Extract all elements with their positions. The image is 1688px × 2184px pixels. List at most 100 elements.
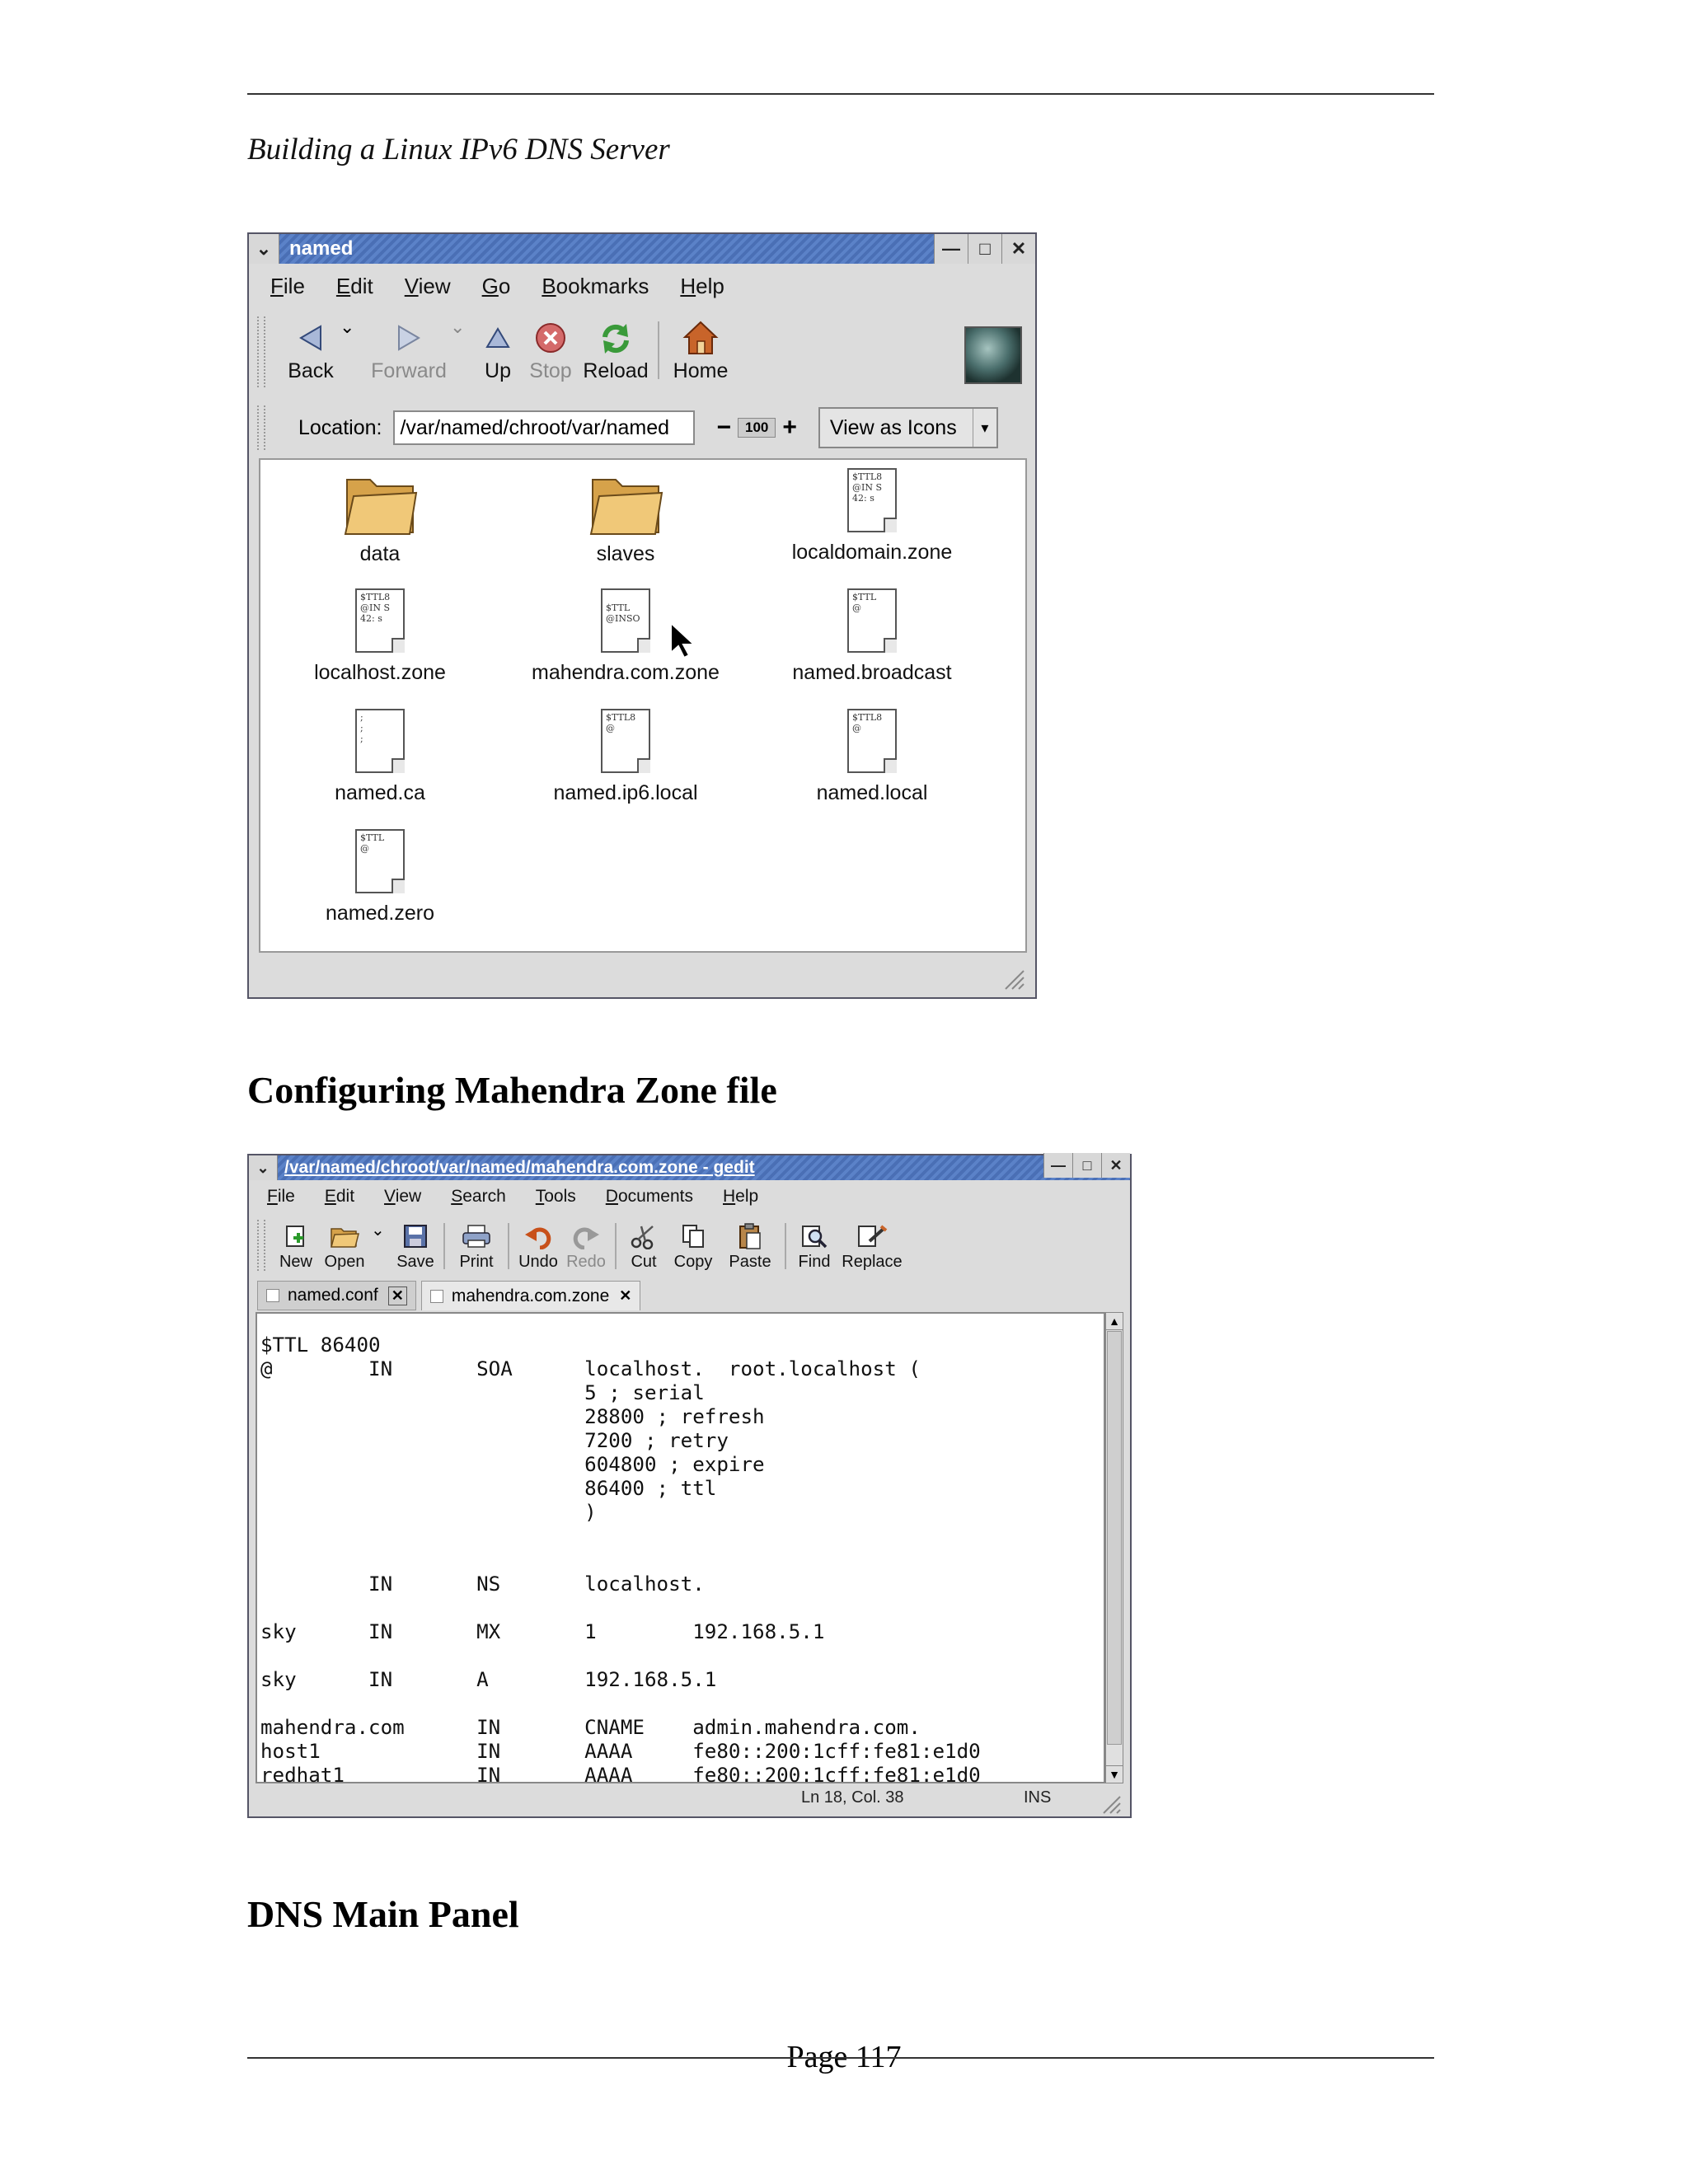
document-tabs: named.conf ✕ mahendra.com.zone ✕ [257, 1281, 1122, 1310]
zone-file-content[interactable]: $TTL 86400 @ IN SOA localhost. root.loca… [260, 1333, 981, 1788]
copy-button[interactable]: Copy [666, 1220, 720, 1272]
view-as-select[interactable]: View as Icons ▾ [818, 407, 998, 448]
find-button[interactable]: Find [791, 1220, 837, 1272]
menu-file[interactable]: File [267, 1187, 295, 1207]
resize-grip-icon[interactable] [1001, 966, 1025, 991]
chevron-down-icon[interactable]: ▾ [972, 409, 996, 447]
file-item-data[interactable]: data [256, 468, 504, 566]
save-icon [402, 1220, 429, 1253]
toolbar-grip[interactable] [257, 316, 265, 387]
undo-icon [523, 1220, 553, 1253]
up-button[interactable]: Up [475, 316, 521, 383]
file-item-named-zero[interactable]: $TTL @ named.zero [256, 829, 504, 926]
menu-view[interactable]: View [384, 1187, 421, 1207]
file-label: slaves [596, 542, 655, 565]
location-grip[interactable] [257, 405, 265, 450]
redo-label: Redo [566, 1253, 606, 1271]
menu-go[interactable]: Go [482, 274, 511, 299]
menu-edit[interactable]: Edit [336, 274, 373, 299]
redo-button[interactable]: Redo [562, 1220, 610, 1272]
printer-icon [461, 1220, 492, 1253]
menu-help[interactable]: Help [680, 274, 724, 299]
menu-documents[interactable]: Documents [606, 1187, 693, 1207]
tab-label: mahendra.com.zone [451, 1286, 610, 1305]
file-item-slaves[interactable]: slaves [502, 468, 749, 566]
file-manager-titlebar[interactable]: ⌄ named — □ ✕ [249, 234, 1035, 264]
chevron-down-icon[interactable]: ⌄ [340, 316, 368, 374]
print-label: Print [459, 1253, 494, 1271]
zoom-level[interactable]: 100 [738, 418, 776, 438]
location-input[interactable]: /var/named/chroot/var/named [393, 410, 696, 445]
section-heading-panel: DNS Main Panel [247, 1893, 519, 1935]
stop-button[interactable]: Stop [521, 316, 580, 383]
window-menu-icon[interactable]: ⌄ [249, 234, 279, 264]
undo-button[interactable]: Undo [514, 1220, 562, 1272]
copy-icon [680, 1220, 706, 1253]
document-icon: ; ; ; [355, 709, 405, 773]
file-item-mahendra-com-zone[interactable]: $TTL @INSO mahendra.com.zone [502, 588, 749, 685]
folder-icon [589, 479, 663, 535]
menu-edit[interactable]: Edit [325, 1187, 354, 1207]
back-arrow-icon [296, 316, 326, 359]
replace-button[interactable]: Replace [837, 1220, 907, 1272]
resize-grip-icon[interactable] [1100, 1793, 1122, 1815]
location-bar: Location: /var/named/chroot/var/named − … [257, 403, 1027, 452]
zoom-out-icon[interactable]: − [716, 414, 731, 442]
minimize-icon[interactable]: — [1043, 1153, 1072, 1178]
maximize-icon[interactable]: □ [968, 234, 1001, 264]
file-label: named.ip6.local [553, 781, 698, 804]
tab-named-conf[interactable]: named.conf ✕ [257, 1281, 416, 1310]
scroll-up-icon[interactable]: ▲ [1106, 1313, 1123, 1330]
reload-button[interactable]: Reload [580, 316, 651, 383]
close-icon[interactable]: ✕ [387, 1286, 407, 1305]
menu-tools[interactable]: Tools [536, 1187, 576, 1207]
file-icon-view: data slaves $TTL8 @IN S 42: s localdomai… [259, 458, 1027, 953]
scroll-down-icon[interactable]: ▼ [1106, 1765, 1123, 1783]
file-item-named-local[interactable]: $TTL8 @ named.local [748, 709, 996, 805]
close-icon[interactable]: ✕ [619, 1287, 631, 1305]
minimize-icon[interactable]: — [934, 234, 968, 264]
close-icon[interactable]: ✕ [1101, 1153, 1130, 1178]
menu-help[interactable]: Help [723, 1187, 758, 1207]
new-button[interactable]: New [274, 1220, 318, 1272]
maximize-icon[interactable]: □ [1072, 1153, 1101, 1178]
home-button[interactable]: Home [668, 316, 734, 383]
vertical-scrollbar[interactable]: ▲ ▼ [1105, 1312, 1123, 1783]
scrollbar-thumb[interactable] [1107, 1331, 1122, 1745]
toolbar-grip[interactable] [257, 1220, 265, 1271]
file-item-named-ca[interactable]: ; ; ; named.ca [256, 709, 504, 805]
file-item-named-ip6-local[interactable]: $TTL8 @ named.ip6.local [502, 709, 749, 805]
folder-icon [330, 1220, 359, 1253]
cut-label: Cut [631, 1253, 657, 1271]
window-menu-icon[interactable]: ⌄ [249, 1155, 278, 1180]
scissors-icon [630, 1220, 658, 1253]
stop-icon [534, 316, 567, 359]
back-button[interactable]: Back [282, 316, 340, 383]
menu-search[interactable]: Search [451, 1187, 506, 1207]
menubar: File Edit View Go Bookmarks Help [257, 274, 1027, 299]
menu-bookmarks[interactable]: Bookmarks [542, 274, 649, 299]
replace-icon [856, 1220, 888, 1253]
forward-button[interactable]: Forward [368, 316, 450, 383]
text-editor-titlebar[interactable]: ⌄ /var/named/chroot/var/named/mahendra.c… [249, 1153, 1130, 1180]
paste-label: Paste [729, 1253, 771, 1271]
file-item-named-broadcast[interactable]: $TTL @ named.broadcast [748, 588, 996, 685]
text-editor-area[interactable]: $TTL 86400 @ IN SOA localhost. root.loca… [256, 1312, 1105, 1787]
tab-mahendra-com-zone[interactable]: mahendra.com.zone ✕ [420, 1281, 641, 1310]
cut-button[interactable]: Cut [621, 1220, 666, 1272]
chevron-down-icon[interactable]: ⌄ [371, 1220, 392, 1261]
close-icon[interactable]: ✕ [1001, 234, 1035, 264]
window-title: /var/named/chroot/var/named/mahendra.com… [284, 1158, 755, 1177]
open-button[interactable]: Open [318, 1220, 371, 1272]
paste-button[interactable]: Paste [720, 1220, 780, 1272]
zoom-in-icon[interactable]: + [782, 414, 797, 442]
save-button[interactable]: Save [392, 1220, 438, 1272]
file-item-localdomain-zone[interactable]: $TTL8 @IN S 42: s localdomain.zone [748, 468, 996, 565]
chevron-down-icon[interactable]: ⌄ [450, 316, 475, 374]
menu-view[interactable]: View [405, 274, 451, 299]
menu-file[interactable]: File [270, 274, 305, 299]
file-item-localhost-zone[interactable]: $TTL8 @IN S 42: s localhost.zone [256, 588, 504, 685]
forward-arrow-icon [394, 316, 424, 359]
print-button[interactable]: Print [450, 1220, 503, 1272]
document-icon [266, 1289, 279, 1302]
